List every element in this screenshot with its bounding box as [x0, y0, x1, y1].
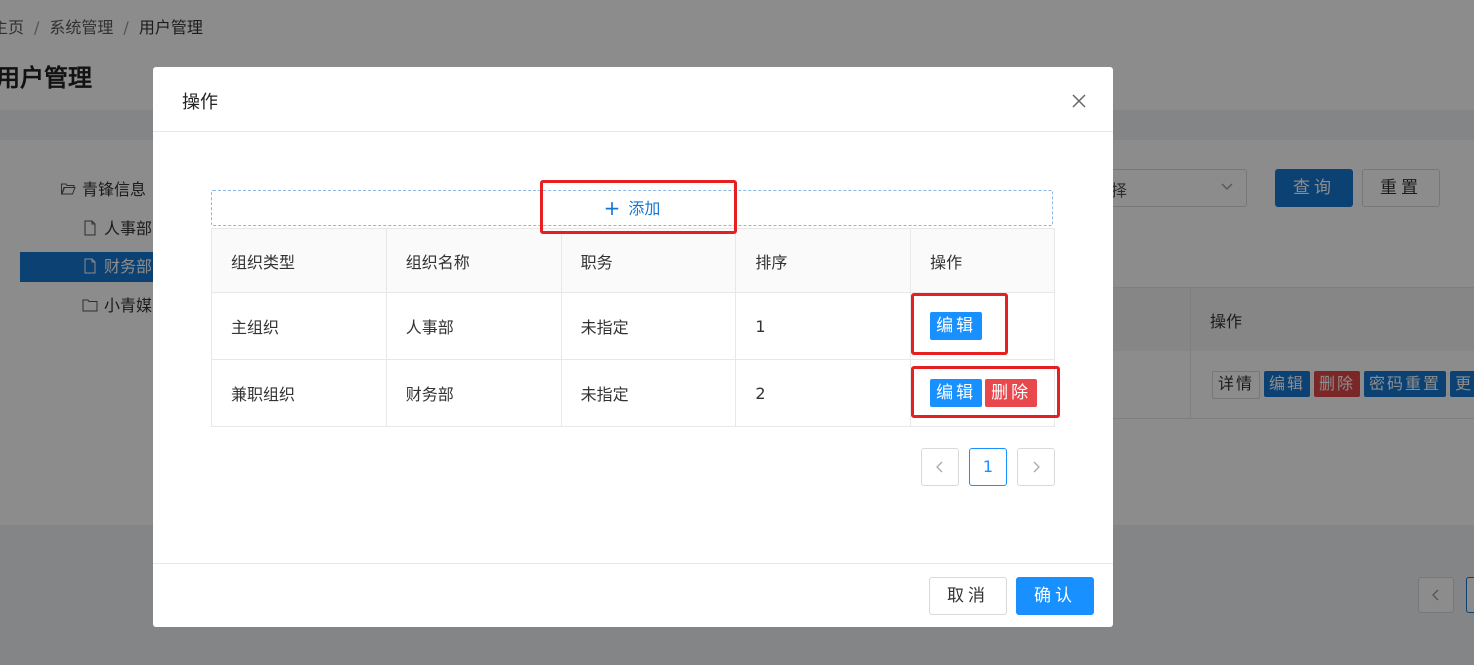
edit-button[interactable]: 编辑: [930, 379, 983, 407]
pager-prev-button[interactable]: [921, 448, 959, 486]
pager-next-button[interactable]: [1017, 448, 1055, 486]
plus-icon: +: [603, 196, 621, 220]
delete-button[interactable]: 删除: [985, 379, 1038, 407]
column-header-actions: 操作: [910, 228, 1055, 293]
modal-footer: 取消 确认: [153, 563, 1113, 628]
edit-button[interactable]: 编辑: [930, 312, 983, 340]
confirm-button[interactable]: 确认: [1016, 577, 1094, 615]
org-table: 组织类型 组织名称 职务 排序 操作 主组织 人事部 未指定 1 编辑 兼职组织…: [211, 228, 1055, 427]
cell-order: 1: [735, 292, 912, 360]
add-button-label: 添加: [628, 199, 661, 218]
add-button[interactable]: + 添加: [211, 190, 1053, 226]
cell-order: 2: [735, 359, 912, 427]
cell-position: 未指定: [560, 359, 737, 427]
table-row: 兼职组织 财务部 未指定 2 编辑 删除: [211, 359, 1055, 427]
cell-name: 人事部: [385, 292, 562, 360]
cell-actions: 编辑: [910, 292, 1055, 360]
table-header-row: 组织类型 组织名称 职务 排序 操作: [211, 228, 1055, 293]
column-header-name: 组织名称: [385, 228, 562, 293]
cell-position: 未指定: [560, 292, 737, 360]
cell-type: 兼职组织: [211, 359, 387, 427]
chevron-right-icon: [1033, 461, 1040, 473]
cancel-button[interactable]: 取消: [929, 577, 1007, 615]
operation-modal: 操作 + 添加 组织类型 组织名称 职务 排序 操作 主组织 人事部 未指定 1: [153, 67, 1113, 627]
chevron-left-icon: [936, 461, 943, 473]
column-header-position: 职务: [560, 228, 737, 293]
column-header-order: 排序: [735, 228, 912, 293]
cell-type: 主组织: [211, 292, 387, 360]
cell-name: 财务部: [385, 359, 562, 427]
pager-page-button[interactable]: 1: [969, 448, 1007, 486]
column-header-type: 组织类型: [211, 228, 387, 293]
modal-title: 操作: [182, 92, 218, 113]
cell-actions: 编辑 删除: [910, 359, 1055, 427]
table-row: 主组织 人事部 未指定 1 编辑: [211, 292, 1055, 360]
modal-header: 操作: [153, 67, 1113, 132]
close-icon[interactable]: [1069, 91, 1089, 111]
